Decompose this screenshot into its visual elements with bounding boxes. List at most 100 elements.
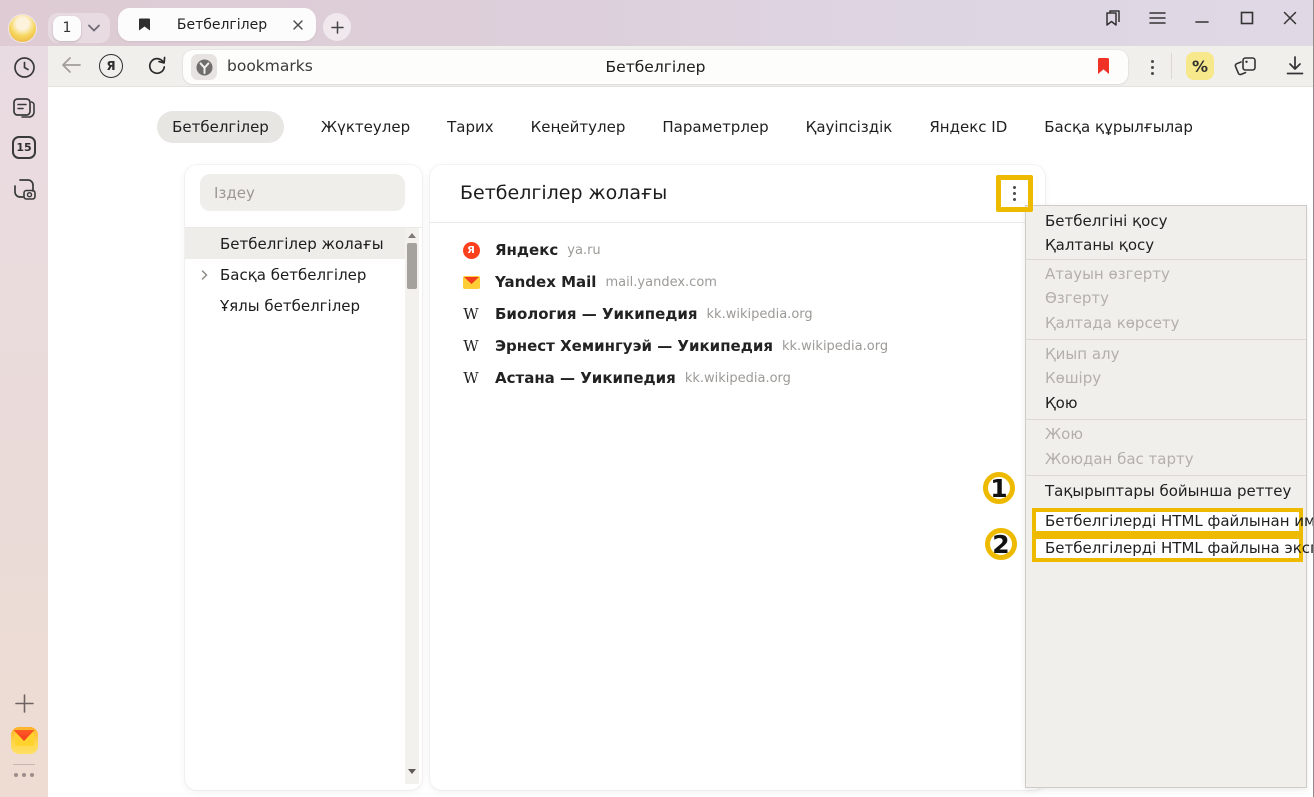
nav-tab-settings[interactable]: Параметрлер (662, 111, 768, 143)
refresh-icon (146, 54, 168, 76)
nav-tab-extensions[interactable]: Кеңейтулер (531, 111, 626, 143)
calendar-icon: 15 (12, 136, 36, 159)
tab-count: 1 (53, 16, 81, 41)
tab-counter[interactable]: 1 (48, 13, 110, 43)
menu-item-undo-delete: Жоюдан бас тарту (1026, 446, 1306, 473)
nav-tab-history[interactable]: Тарих (447, 111, 494, 143)
refresh-button[interactable] (146, 54, 168, 76)
browser-window: 1 Бетбелгілер (0, 0, 1314, 797)
yandex-home-button[interactable]: Я (99, 54, 123, 78)
tab-strip: 1 Бетбелгілер (0, 0, 1314, 46)
minimize-icon (1195, 11, 1209, 25)
new-tab-button[interactable] (323, 13, 351, 41)
collections-icon (1232, 54, 1258, 78)
close-icon (1283, 11, 1297, 25)
folders-panel: Бетбелгілер жолағы Басқа бетбелгілер Ұял… (185, 165, 422, 790)
toolbar-more-button[interactable] (1140, 55, 1164, 79)
plus-icon (331, 21, 344, 34)
plus-icon (15, 694, 34, 713)
nav-tab-bookmarks[interactable]: Бетбелгілер (157, 111, 284, 143)
rail-add-button[interactable] (0, 694, 48, 713)
side-rail: 15 (0, 46, 48, 797)
menu-item-delete: Жою (1026, 422, 1306, 446)
nav-tab-other-devices[interactable]: Басқа құрылғылар (1044, 111, 1193, 143)
bookmarks-panel-icon (1103, 9, 1122, 27)
menu-item-import-html[interactable]: Бетбелгілерді HTML файлынан импорттау (1032, 508, 1303, 535)
yandex-favicon: Я (462, 242, 480, 259)
folder-item-other-bookmarks[interactable]: Басқа бетбелгілер (185, 259, 407, 290)
tab-bookmarks[interactable]: Бетбелгілер (118, 8, 316, 41)
settings-nav: Бетбелгілер Жүктеулер Тарих Кеңейтулер П… (290, 111, 1060, 143)
toolbar: Я bookmarks Бетбелгілер % (48, 46, 1314, 87)
panel-menu-button[interactable] (1013, 186, 1016, 201)
address-bar[interactable]: bookmarks Бетбелгілер (183, 50, 1128, 84)
bookmark-flag-button[interactable] (1097, 58, 1110, 79)
menu-item-export-html[interactable]: Бетбелгілерді HTML файлына экспорттау (1032, 535, 1303, 562)
tab-close-icon[interactable] (293, 20, 303, 30)
screenshot-button[interactable] (0, 177, 48, 201)
hamburger-menu-icon (1149, 11, 1166, 25)
panel-menu-button-highlight (996, 175, 1033, 212)
menu-divider (1026, 475, 1306, 476)
menu-item-paste[interactable]: Қою (1026, 390, 1306, 417)
yandex-mail-icon (11, 727, 38, 754)
wikipedia-favicon: W (462, 305, 480, 323)
bookmark-row-yandex-mail[interactable]: Yandex Mail mail.yandex.com (430, 266, 1045, 298)
wikipedia-favicon: W (462, 337, 480, 355)
screenshot-camera-icon (12, 177, 37, 201)
tab-title: Бетбелгілер (151, 17, 293, 33)
chevron-down-icon (88, 24, 100, 32)
profile-avatar[interactable] (9, 15, 36, 42)
yandex-mail-app-button[interactable] (0, 727, 48, 754)
close-window-button[interactable] (1280, 8, 1300, 28)
annotation-badge-2: 2 (985, 528, 1017, 560)
feed-button[interactable] (0, 96, 48, 119)
menu-divider (1026, 259, 1306, 260)
folders-scrollbar[interactable] (405, 228, 419, 784)
bookmark-row-biology-wikipedia[interactable]: W Биология — Уикипедия kk.wikipedia.org (430, 298, 1045, 330)
bookmark-row-hemingway-wikipedia[interactable]: W Эрнест Хемингуэй — Уикипедия kk.wikipe… (430, 330, 1045, 362)
bookmark-row-yandex[interactable]: Я Яндекс ya.ru (430, 234, 1045, 266)
scroll-up-arrow[interactable] (408, 233, 416, 238)
menu-item-rename: Атауын өзгерту (1026, 262, 1306, 286)
menu-item-add-folder[interactable]: Қалтаны қосу (1026, 233, 1306, 257)
address-bar-page-title: Бетбелгілер (183, 58, 1128, 76)
annotation-badge-1: 1 (983, 472, 1015, 504)
downloads-button[interactable] (1285, 56, 1305, 76)
minimize-button[interactable] (1192, 8, 1212, 28)
back-button[interactable] (60, 56, 82, 74)
search-input[interactable] (200, 174, 405, 211)
bookmark-flag-icon (1097, 58, 1110, 75)
scroll-thumb[interactable] (407, 243, 417, 289)
nav-tab-security[interactable]: Қауіпсіздік (806, 111, 893, 143)
nav-tab-downloads[interactable]: Жүктеулер (321, 111, 410, 143)
bookmarks-context-menu: Бетбелгіні қосу Қалтаны қосу Атауын өзге… (1025, 205, 1307, 788)
download-icon (1285, 56, 1305, 76)
deals-percent-button[interactable]: % (1186, 52, 1214, 80)
history-button[interactable] (0, 56, 48, 79)
menu-item-copy: Көшіру (1026, 366, 1306, 390)
back-arrow-icon (60, 56, 82, 74)
menu-item-cut: Қиып алу (1026, 342, 1306, 366)
feed-pages-icon (12, 96, 36, 119)
collections-button[interactable] (1232, 54, 1258, 78)
menu-item-add-bookmark[interactable]: Бетбелгіні қосу (1026, 209, 1306, 233)
bookmark-icon (138, 17, 151, 32)
maximize-button[interactable] (1237, 8, 1257, 28)
mail-favicon (462, 276, 480, 289)
menu-item-show-in-folder: Қалтада көрсету (1026, 310, 1306, 337)
browser-menu-button[interactable] (1147, 8, 1167, 28)
chevron-right-icon[interactable] (201, 270, 208, 280)
rail-divider (13, 764, 35, 765)
panel-title: Бетбелгілер жолағы (460, 182, 667, 204)
rail-more-button[interactable] (0, 773, 48, 777)
side-panel-bookmarks-button[interactable] (1102, 8, 1122, 28)
folder-item-mobile-bookmarks[interactable]: Ұялы бетбелгілер (185, 290, 407, 321)
calendar-button[interactable]: 15 (0, 136, 48, 159)
scroll-down-arrow[interactable] (408, 769, 416, 774)
bookmark-row-astana-wikipedia[interactable]: W Астана — Уикипедия kk.wikipedia.org (430, 362, 1045, 394)
percent-icon: % (1192, 57, 1208, 76)
nav-tab-yandex-id[interactable]: Яндекс ID (929, 111, 1007, 143)
menu-item-sort-by-title[interactable]: Тақырыптары бойынша реттеу (1026, 478, 1306, 505)
folder-item-bookmarks-bar[interactable]: Бетбелгілер жолағы (185, 228, 407, 259)
